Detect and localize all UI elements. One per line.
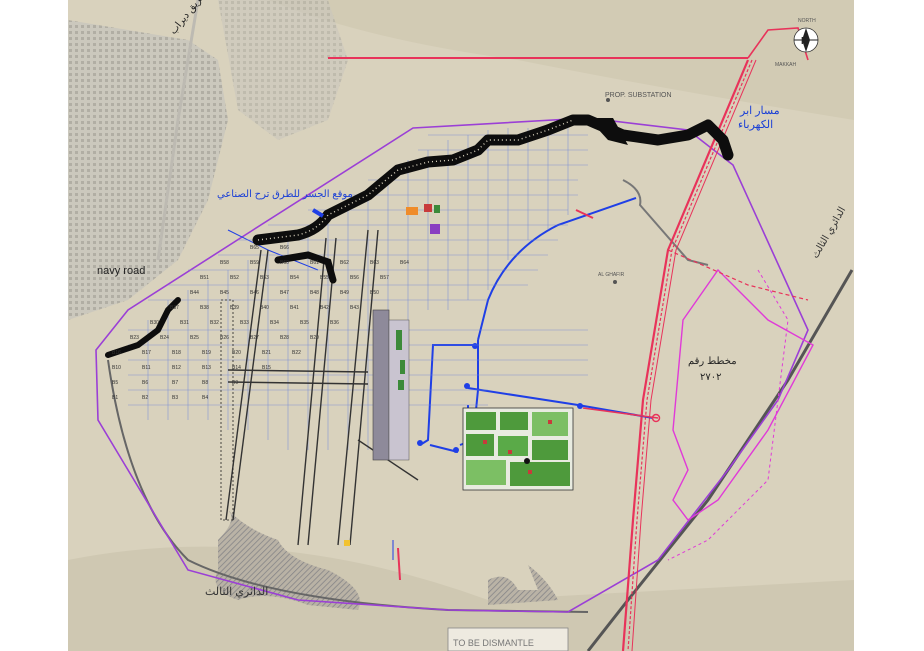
parcel-label: B55 xyxy=(320,275,329,281)
parcel-label: B54 xyxy=(290,275,299,281)
parcel-label: B65 xyxy=(250,245,259,251)
power-route-ar-label-1: مسار ابر xyxy=(740,105,780,117)
parcel-label: B28 xyxy=(280,335,289,341)
parcel-label: B29 xyxy=(310,335,319,341)
parcel-label: B63 xyxy=(370,260,379,266)
parcel-label: B35 xyxy=(300,320,309,326)
al-ghafir-label: AL GHAFIR xyxy=(598,272,625,278)
parcel-label: B26 xyxy=(220,335,229,341)
parcel-label: B41 xyxy=(290,305,299,311)
parcel-label: B64 xyxy=(400,260,409,266)
power-route-ar-label-2: الكهرباء xyxy=(738,119,774,131)
dismantle-label: TO BE DISMANTLE xyxy=(453,638,534,648)
parcel-label: B61 xyxy=(310,260,319,266)
red-parcel xyxy=(424,204,432,212)
parcel-label: B2 xyxy=(142,395,149,401)
navy-road-label: navy road xyxy=(97,265,146,277)
parcel-label: B27 xyxy=(250,335,259,341)
parcel-label: B49 xyxy=(340,290,349,296)
parcel-label: B4 xyxy=(202,395,209,401)
green-parcel xyxy=(434,205,440,213)
parcel-label: B14 xyxy=(232,365,241,371)
parcel-label: B59 xyxy=(250,260,259,266)
parcel-label: B60 xyxy=(280,260,289,266)
parcel-label: B58 xyxy=(220,260,229,266)
parcel-label: B19 xyxy=(202,350,211,356)
parcel-label: B40 xyxy=(260,305,269,311)
parcel-label: B18 xyxy=(172,350,181,356)
ring-road-ar-label: الدائري الثالث xyxy=(205,586,269,598)
yellow-marker xyxy=(344,540,350,546)
plan-ar-label-1: مخطط رقم xyxy=(688,356,737,367)
parcel-label: B11 xyxy=(142,365,151,371)
parcel-label: B46 xyxy=(250,290,259,296)
north-label: NORTH xyxy=(798,18,816,24)
north-arrow: N xyxy=(793,27,819,53)
parcel-label: B17 xyxy=(142,350,151,356)
orange-parcel xyxy=(406,207,418,215)
parcel-label: B32 xyxy=(210,320,219,326)
purple-parcel xyxy=(430,224,440,234)
parcel-label: B50 xyxy=(370,290,379,296)
parcel-label: B48 xyxy=(310,290,319,296)
parcel-label: B20 xyxy=(232,350,241,356)
parcel-label: B23 xyxy=(130,335,139,341)
parcel-label: B34 xyxy=(270,320,279,326)
parcel-label: B52 xyxy=(230,275,239,281)
parcel-label: B62 xyxy=(340,260,349,266)
parcel-label: B47 xyxy=(280,290,289,296)
parcel-label: B1 xyxy=(112,395,119,401)
parcel-label: B37 xyxy=(170,305,179,311)
parcel-label: B31 xyxy=(180,320,189,326)
parcel-label: B45 xyxy=(220,290,229,296)
parcel-label: B25 xyxy=(190,335,199,341)
parcel-label: B39 xyxy=(230,305,239,311)
parcel-label: B5 xyxy=(112,380,119,386)
parcel-label: B22 xyxy=(292,350,301,356)
parcel-label: B16 xyxy=(112,350,121,356)
parcel-label: B57 xyxy=(380,275,389,281)
al-ghafir-point xyxy=(613,280,617,284)
parcel-label: B30 xyxy=(150,320,159,326)
parcel-label: B53 xyxy=(260,275,269,281)
parcel-label: B6 xyxy=(142,380,149,386)
parcel-label: B24 xyxy=(160,335,169,341)
makkah-label: MAKKAH xyxy=(775,62,797,68)
svg-text:N: N xyxy=(801,36,808,47)
parcel-label: B33 xyxy=(240,320,249,326)
parcel-label: B7 xyxy=(172,380,179,386)
plan-ar-label-2: ٢٧٠٢ xyxy=(700,372,722,383)
green-complex-blocks xyxy=(466,412,570,486)
parcel-label: B13 xyxy=(202,365,211,371)
parcel-label: B38 xyxy=(200,305,209,311)
parcel-label: B12 xyxy=(172,365,181,371)
parcel-label: B9 xyxy=(232,380,239,386)
parcel-label: B44 xyxy=(190,290,199,296)
parcel-label: B51 xyxy=(200,275,209,281)
parcel-label: B66 xyxy=(280,245,289,251)
parcel-label: B21 xyxy=(262,350,271,356)
parcel-label: B8 xyxy=(202,380,209,386)
parcel-label: B10 xyxy=(112,365,121,371)
parcel-label: B43 xyxy=(350,305,359,311)
parcel-label: B56 xyxy=(350,275,359,281)
complex-node xyxy=(524,458,530,464)
parcel-label: B42 xyxy=(320,305,329,311)
terminal-strip xyxy=(372,309,390,461)
parcel-label: B15 xyxy=(262,365,271,371)
parcel-label: B36 xyxy=(330,320,339,326)
bridge-site-ar-label: موقع الجسر للطرق ترح الصناعي xyxy=(217,189,353,200)
substation-label: PROP. SUBSTATION xyxy=(605,92,672,99)
parcel-label: B3 xyxy=(172,395,179,401)
